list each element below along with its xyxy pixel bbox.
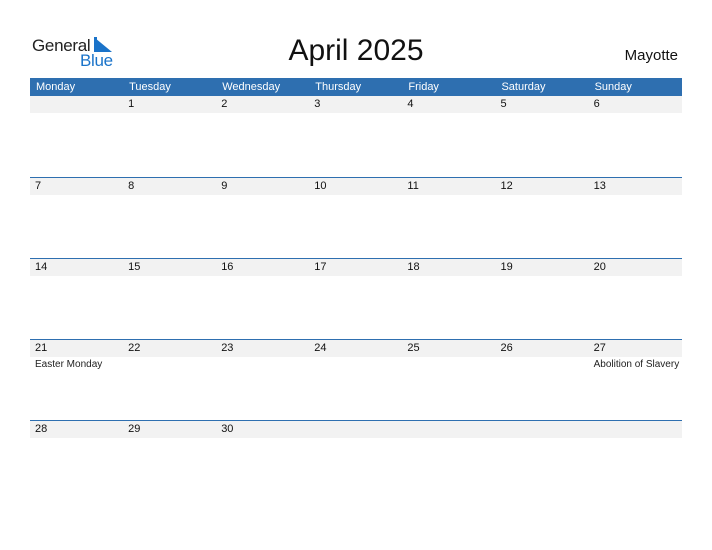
day-cell — [589, 421, 682, 502]
day-cell: 27 Abolition of Slavery — [589, 340, 682, 421]
day-cell: 13 — [589, 178, 682, 259]
weekday-saturday: Saturday — [501, 81, 546, 93]
day-cell: 20 — [589, 259, 682, 340]
day-cell: 29 — [123, 421, 216, 502]
weekday-friday: Friday — [408, 81, 439, 93]
day-cell — [309, 421, 402, 502]
holiday-label: Easter Monday — [35, 359, 103, 370]
day-number: 13 — [593, 180, 606, 192]
day-cell: 23 — [216, 340, 309, 421]
day-cell: 2 — [216, 96, 309, 177]
day-number: 18 — [407, 261, 420, 273]
weekday-thursday: Thursday — [315, 81, 362, 93]
day-cell: 7 — [30, 178, 123, 259]
day-number: 22 — [128, 342, 141, 354]
day-cell — [402, 421, 495, 502]
day-cell: 3 — [309, 96, 402, 177]
week-row: 21 Easter Monday 22 23 24 25 26 27 Abolition of … — [30, 339, 682, 421]
week-row: 14 15 16 17 18 19 20 — [30, 258, 682, 340]
holiday-label: Abolition of Slavery — [593, 359, 680, 370]
day-number: 8 — [128, 180, 135, 192]
day-cell: 24 — [309, 340, 402, 421]
week-row: 7 8 9 10 11 12 13 — [30, 177, 682, 259]
day-number: 23 — [221, 342, 234, 354]
day-cell: 25 — [402, 340, 495, 421]
day-cell: 26 — [496, 340, 589, 421]
day-number: 7 — [35, 180, 42, 192]
day-cell: 15 — [123, 259, 216, 340]
day-number: 5 — [500, 98, 507, 110]
day-cell: 17 — [309, 259, 402, 340]
weekday-tuesday: Tuesday — [129, 81, 171, 93]
day-cell: 16 — [216, 259, 309, 340]
day-cell: 21 Easter Monday — [30, 340, 123, 421]
day-cell: 30 — [216, 421, 309, 502]
day-number: 11 — [407, 180, 419, 192]
country-label: Mayotte — [624, 47, 678, 64]
day-number: 14 — [35, 261, 48, 273]
day-number: 6 — [593, 98, 600, 110]
day-number: 15 — [128, 261, 141, 273]
page-title: April 2025 — [288, 34, 424, 67]
day-cell: 1 — [123, 96, 216, 177]
week-row: 1 2 3 4 5 6 — [30, 96, 682, 177]
day-number: 25 — [407, 342, 420, 354]
day-cell: 12 — [496, 178, 589, 259]
weekday-sunday: Sunday — [594, 81, 632, 93]
day-number: 29 — [128, 423, 141, 435]
day-cell: 6 — [589, 96, 682, 177]
day-cell: 19 — [496, 259, 589, 340]
day-cell: 11 — [402, 178, 495, 259]
day-number: 19 — [500, 261, 513, 273]
day-cell: 4 — [402, 96, 495, 177]
day-cell — [30, 96, 123, 177]
weekday-header: Monday Tuesday Wednesday Thursday Friday… — [30, 78, 682, 96]
day-cell: 8 — [123, 178, 216, 259]
day-cell: 22 — [123, 340, 216, 421]
day-number: 26 — [500, 342, 513, 354]
day-cell: 9 — [216, 178, 309, 259]
day-number: 21 — [35, 342, 48, 354]
day-number: 12 — [500, 180, 513, 192]
weekday-wednesday: Wednesday — [222, 81, 281, 93]
day-number: 17 — [314, 261, 327, 273]
day-cell: 5 — [496, 96, 589, 177]
day-number: 27 — [593, 342, 606, 354]
weekday-monday: Monday — [36, 81, 76, 93]
day-number: 2 — [221, 98, 228, 110]
day-number: 20 — [593, 261, 606, 273]
day-number: 16 — [221, 261, 234, 273]
week-row: 28 29 30 — [30, 420, 682, 502]
day-cell: 14 — [30, 259, 123, 340]
day-cell: 18 — [402, 259, 495, 340]
day-number: 30 — [221, 423, 234, 435]
day-number: 4 — [407, 98, 414, 110]
day-number: 10 — [314, 180, 327, 192]
day-cell: 10 — [309, 178, 402, 259]
day-number: 9 — [221, 180, 228, 192]
day-number: 28 — [35, 423, 48, 435]
day-number: 24 — [314, 342, 327, 354]
day-number: 3 — [314, 98, 321, 110]
day-cell — [496, 421, 589, 502]
day-cell: 28 — [30, 421, 123, 502]
day-number: 1 — [128, 98, 135, 110]
